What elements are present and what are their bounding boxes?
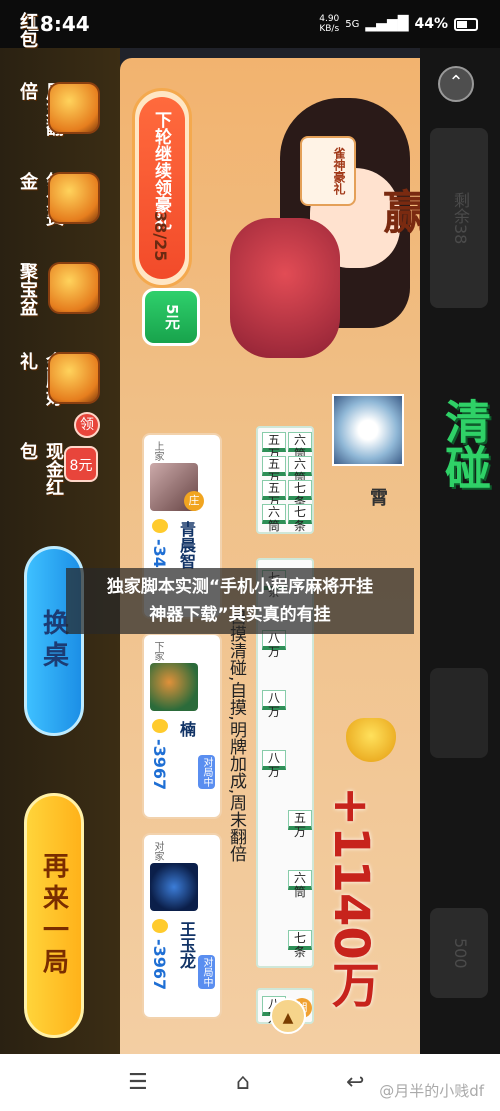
left-menu: 红包 周末翻倍 领免费金 聚宝盆 金牌好礼 领 现金红包 8元: [0, 12, 120, 1054]
lucky-cat-icon: [48, 82, 100, 134]
tile: 五万: [288, 810, 312, 839]
caption-line-2: 神器下载”其实真的有挂: [149, 605, 331, 625]
menu-item-treasure-bowl[interactable]: 聚宝盆: [4, 258, 114, 332]
gold-ingot-icon: [346, 718, 396, 762]
menu-item-free-gold[interactable]: 领免费金: [4, 168, 114, 242]
right-column: ⌃ 剩余38 清碰 500: [420, 48, 500, 1054]
menu-icon[interactable]: ☰: [128, 1070, 148, 1095]
player-score: -3967: [150, 939, 169, 991]
earnings-amount: +1140万: [323, 786, 379, 1008]
back-icon[interactable]: ↩: [346, 1070, 364, 1095]
in-game-tag: 对局中: [198, 755, 215, 789]
tile: 六筒: [288, 870, 312, 899]
tile: 六筒: [288, 456, 312, 485]
network-speed-unit: KB/s: [319, 24, 340, 34]
tile: 七条: [288, 480, 312, 509]
remaining-tiles-counter: 剩余38: [430, 128, 488, 308]
coin-icon: [152, 919, 168, 933]
battery-icon: [454, 17, 478, 31]
red-envelope-icon: 8元: [64, 446, 98, 482]
menu-label: 现金红包: [17, 442, 64, 496]
result-type-title: 清碰: [438, 398, 492, 490]
in-game-tag: 对局中: [198, 955, 215, 989]
battery-percent: 44%: [414, 16, 448, 32]
expand-up-button[interactable]: ▲: [270, 998, 306, 1034]
player-name: 楠: [177, 721, 196, 737]
game-area: 红包 周末翻倍 领免费金 聚宝盆 金牌好礼 领 现金红包 8元: [0, 12, 500, 1054]
player-card-lower: 下家 -3967 楠 对局中: [142, 633, 222, 819]
tile: 五万: [262, 480, 286, 509]
tile: 七条: [288, 930, 312, 959]
menu-item-gold-gift[interactable]: 金牌好礼 领: [4, 348, 114, 438]
player-score: -34: [150, 539, 169, 568]
character-dress: [230, 218, 340, 358]
system-nav-bar: ☰ ⌂ ↩ @月半的小贱df: [0, 1054, 500, 1111]
menu-item-weekend-double[interactable]: 周末翻倍: [4, 78, 114, 152]
menu-item-cash-red-envelope[interactable]: 现金红包 8元: [4, 438, 114, 512]
player-seat: 下家: [152, 641, 163, 661]
network-speed-value: 4.90: [319, 14, 340, 24]
self-avatar: [332, 394, 404, 466]
tile: 七条: [288, 504, 312, 533]
ticket-label: 5元: [163, 304, 181, 330]
overlay-caption: 独家脚本实测“手机小程序麻将开挂 神器下载”其实真的有挂: [66, 568, 414, 634]
coin-icon: [152, 519, 168, 533]
dealer-badge: 庄: [184, 491, 204, 511]
player-seat: 上家: [152, 441, 163, 461]
meld-column-top: 五万 五万 五万 六筒 六筒 六筒 七条 七条: [256, 426, 314, 534]
network-type: 5G: [345, 18, 360, 30]
self-name: 霄: [367, 488, 388, 506]
tile: 六筒: [288, 432, 312, 461]
avatar: [150, 663, 198, 711]
status-indicators: 4.90 KB/s 5G ▂▄▆█ 44%: [319, 14, 478, 34]
home-icon[interactable]: ⌂: [236, 1070, 250, 1095]
caption-line-1: 独家脚本实测“手机小程序麻将开挂: [106, 577, 374, 597]
player-score: -3967: [150, 739, 169, 791]
hand-summary: 自摸清碰,自摸,明牌加成,周末翻倍: [226, 608, 246, 863]
tile: 五万: [262, 456, 286, 485]
player-card-opposite: 对家 -3967 王玉龙 对局中: [142, 833, 222, 1019]
coin-icon: [152, 719, 168, 733]
player-name: 王玉龙: [177, 921, 196, 969]
treasure-chest-icon: [48, 172, 100, 224]
tile: 五万: [262, 432, 286, 461]
result-panel: 下轮继续领豪礼 38/25 5元 雀神豪礼 赢 上家 庄 -34 青晨智 下家 …: [120, 58, 430, 1054]
player-seat: 对家: [152, 841, 163, 861]
collapse-button[interactable]: ⌃: [438, 66, 474, 102]
watermark: @月半的小贱df: [379, 1082, 484, 1100]
signal-icon: ▂▄▆█: [365, 16, 409, 32]
gift-box-icon: [48, 352, 100, 404]
network-speed: 4.90 KB/s: [319, 14, 339, 34]
gift-sticker: 雀神豪礼: [300, 136, 356, 206]
background-panel: [430, 668, 488, 758]
treasure-bowl-icon: [48, 262, 100, 314]
menu-item-partial[interactable]: 红包: [4, 8, 114, 82]
background-counter: 500: [430, 908, 488, 998]
player-name: 青晨智: [177, 521, 196, 569]
menu-label-partial: 红包: [17, 12, 38, 48]
tile: 八万: [262, 750, 286, 779]
avatar: [150, 863, 198, 911]
phone-screen: 18:44 4.90 KB/s 5G ▂▄▆█ 44% 红包 周末翻倍 领免费金: [0, 0, 500, 1111]
play-again-button[interactable]: 再来一局: [24, 793, 84, 1038]
reward-progress-value: 38/25: [151, 211, 170, 262]
menu-label: 聚宝盆: [17, 262, 38, 316]
claim-badge: 领: [74, 412, 100, 438]
tile: 六筒: [262, 504, 286, 533]
reward-progress: 下轮继续领豪礼 38/25: [132, 88, 192, 288]
tile: 八万: [262, 690, 286, 719]
